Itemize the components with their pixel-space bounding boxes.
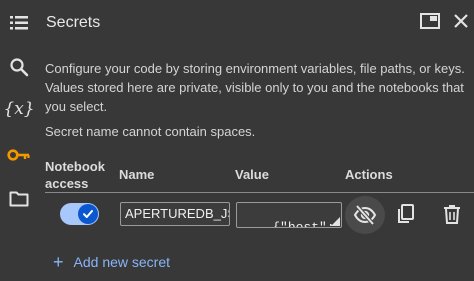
folder-icon[interactable] [4, 184, 34, 214]
resize-grip-icon[interactable] [331, 217, 340, 226]
column-header-access: Notebook access [45, 158, 105, 192]
variables-icon-label: {x} [3, 99, 35, 119]
column-header-access-line2: access [45, 176, 89, 191]
column-header-access-line1: Notebook [45, 159, 105, 174]
panel-title: Secrets [46, 14, 101, 31]
secret-value-text: {"host": "localhost [272, 220, 335, 228]
notebook-access-toggle[interactable] [60, 203, 99, 225]
checkmark-icon [83, 210, 93, 218]
table-header-divider [45, 192, 474, 193]
close-icon[interactable] [450, 10, 472, 32]
secrets-description: Configure your code by storing environme… [45, 61, 465, 114]
add-new-secret-button[interactable]: + Add new secret [53, 252, 171, 272]
sidebar: {x} [0, 0, 38, 281]
secret-value-field[interactable]: {"host": "localhost [236, 202, 342, 228]
column-header-name: Name [119, 167, 155, 182]
table-of-contents-icon[interactable] [4, 8, 34, 38]
delete-icon[interactable] [441, 203, 463, 225]
copy-icon[interactable] [395, 203, 417, 225]
toggle-visibility-button[interactable] [345, 196, 385, 234]
secrets-panel: Secrets Configure your code by storing e… [38, 0, 474, 281]
column-header-value: Value [235, 167, 269, 182]
key-icon[interactable] [4, 140, 34, 170]
search-icon[interactable] [4, 52, 34, 82]
toggle-knob [78, 204, 98, 224]
add-new-secret-label: Add new secret [73, 254, 171, 270]
column-header-actions: Actions [345, 167, 393, 182]
open-in-tab-icon[interactable] [419, 10, 441, 32]
variables-icon[interactable]: {x} [3, 94, 35, 124]
visibility-off-icon [353, 204, 377, 226]
secret-name-field[interactable]: APERTUREDB_JSON [120, 202, 230, 226]
secrets-name-note: Secret name cannot contain spaces. [45, 124, 256, 139]
plus-icon: + [53, 252, 64, 272]
